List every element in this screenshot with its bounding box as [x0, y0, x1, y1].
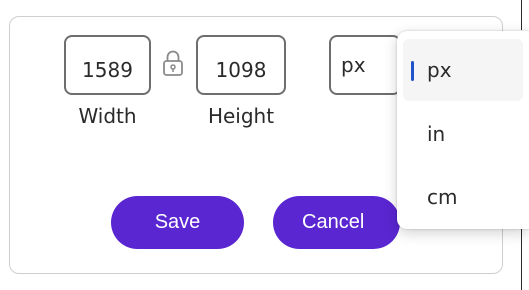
unit-option-label: in	[427, 122, 446, 146]
unit-dropdown-menu: px in cm	[397, 31, 529, 229]
unit-option-in[interactable]: in	[397, 103, 529, 165]
resize-dialog: 1589 Width 1098 Height px Save Cancel px…	[0, 0, 529, 290]
lock-icon[interactable]	[162, 48, 184, 78]
width-input[interactable]: 1589	[64, 35, 151, 95]
selection-indicator	[411, 61, 414, 81]
save-button[interactable]: Save	[111, 196, 244, 249]
unit-option-cm[interactable]: cm	[397, 166, 529, 228]
width-label: Width	[78, 104, 137, 128]
height-label: Height	[207, 104, 275, 128]
unit-option-label: px	[427, 58, 452, 82]
unit-select[interactable]: px	[329, 35, 401, 95]
unit-option-px[interactable]: px	[403, 39, 523, 101]
unit-option-label: cm	[427, 185, 458, 209]
cancel-button[interactable]: Cancel	[273, 196, 400, 249]
height-input[interactable]: 1098	[196, 35, 286, 95]
